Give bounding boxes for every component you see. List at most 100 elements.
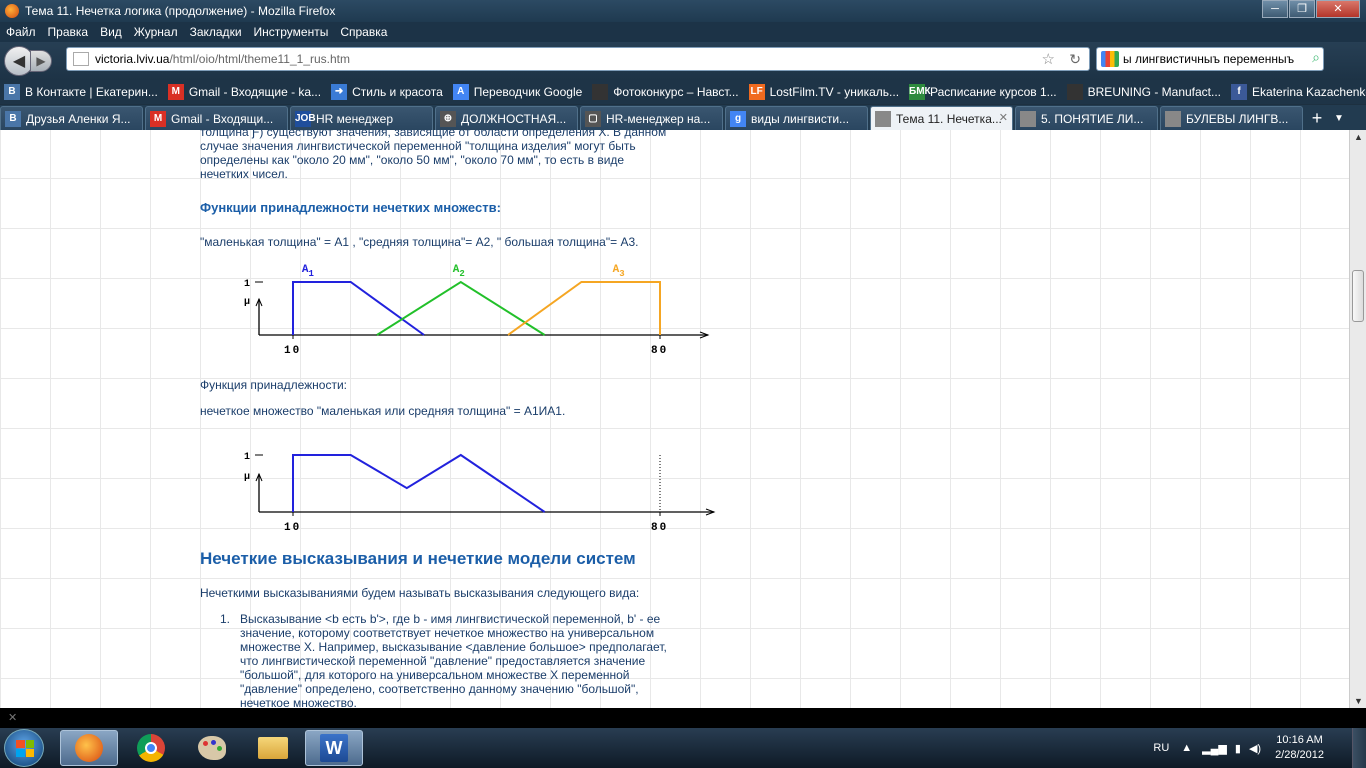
- folder-icon: [258, 737, 288, 759]
- volume-icon[interactable]: ◀): [1249, 742, 1261, 755]
- gmail-icon: M: [150, 110, 166, 127]
- taskbar-paint[interactable]: [183, 730, 241, 766]
- window-titlebar: Тема 11. Нечетка логика (продолжение) - …: [0, 0, 1366, 22]
- browser-tab[interactable]: 5. ПОНЯТИЕ ЛИ...: [1015, 106, 1158, 130]
- schedule-icon: БМК: [909, 84, 931, 100]
- close-addon-bar-icon[interactable]: ✕: [8, 711, 17, 724]
- bookmark-item[interactable]: В В Контакте | Екатерин...: [4, 84, 158, 100]
- vertical-scrollbar[interactable]: ▲ ▼: [1349, 130, 1366, 708]
- bookmark-label: Фотоконкурс – Навст...: [613, 85, 739, 99]
- maximize-button[interactable]: ❐: [1289, 0, 1315, 18]
- taskbar-word[interactable]: W: [305, 730, 363, 766]
- network-icon[interactable]: ▂▄▆: [1202, 742, 1227, 755]
- menu-view[interactable]: Вид: [100, 25, 122, 39]
- tab-label: БУЛЕВЫ ЛИНГВ...: [1186, 111, 1289, 126]
- page-icon: [1020, 110, 1036, 127]
- browser-tab[interactable]: В Друзья Аленки Я...: [0, 106, 143, 130]
- membership-chart: μ 1 10 80 A1 A2 A3: [244, 264, 710, 357]
- intro-line: случае значения лингвистической переменн…: [200, 139, 636, 153]
- menu-history[interactable]: Журнал: [134, 25, 178, 39]
- battery-icon[interactable]: ▮: [1235, 742, 1241, 755]
- speech-icon: ▢: [585, 110, 601, 127]
- facebook-icon: f: [1231, 84, 1248, 100]
- list-all-tabs-button[interactable]: ▼: [1329, 108, 1349, 130]
- minimize-button[interactable]: ─: [1262, 0, 1288, 18]
- bookmark-item[interactable]: f Ekaterina Kazachenko: [1231, 84, 1366, 100]
- bookmark-item[interactable]: M Gmail - Входящие - ka...: [167, 84, 322, 100]
- taskbar-explorer[interactable]: [244, 730, 302, 766]
- clock[interactable]: 10:16 AM 2/28/2012: [1275, 733, 1324, 763]
- list-item-line: Высказывание <b есть b'>, где b - имя ли…: [240, 612, 661, 626]
- translate-icon: A: [452, 84, 469, 100]
- bookmark-item[interactable]: Фотоконкурс – Навст...: [592, 84, 739, 100]
- tray-expand-icon[interactable]: ▲: [1181, 742, 1192, 754]
- bookmark-item[interactable]: A Переводчик Google: [452, 84, 583, 100]
- firefox-icon: [5, 4, 19, 18]
- addon-bar: ✕: [0, 708, 1366, 728]
- url-path: /html/oio/html/theme11_1_rus.htm: [169, 52, 350, 66]
- x-tick-label: 80: [651, 345, 668, 357]
- bookmark-star-icon[interactable]: ☆: [1042, 50, 1055, 68]
- browser-tab[interactable]: JOB HR менеджер: [290, 106, 433, 130]
- sets-definition: "маленькая толщина" = А1 , "средняя толщ…: [200, 235, 639, 249]
- browser-tab[interactable]: ⊕ ДОЛЖНОСТНАЯ...: [435, 106, 578, 130]
- arrow-right-icon: ▶: [36, 54, 46, 68]
- browser-tab[interactable]: M Gmail - Входящи...: [145, 106, 288, 130]
- intro-line: толщина Ƒ) существуют значения, зависящи…: [200, 130, 667, 139]
- language-indicator[interactable]: RU: [1153, 742, 1169, 754]
- menu-bar: Файл Правка Вид Журнал Закладки Инструме…: [0, 22, 1366, 42]
- browser-tab[interactable]: БУЛЕВЫ ЛИНГВ...: [1160, 106, 1303, 130]
- bookmark-label: Переводчик Google: [473, 85, 583, 99]
- tab-label: 5. ПОНЯТИЕ ЛИ...: [1041, 111, 1144, 126]
- forward-button[interactable]: ▶: [30, 50, 52, 72]
- list-item-line: что лингвистической переменной "давление…: [240, 654, 646, 668]
- section-title: Нечеткие высказывания и нечеткие модели …: [200, 549, 636, 568]
- scroll-thumb[interactable]: [1352, 270, 1364, 322]
- bookmark-item[interactable]: LF LostFilm.TV - уникаль...: [748, 84, 899, 100]
- close-tab-icon[interactable]: ✕: [999, 111, 1008, 124]
- site-identity-icon[interactable]: [73, 52, 89, 66]
- page-icon: [1165, 110, 1181, 127]
- bookmark-item[interactable]: ➜ Стиль и красота: [331, 84, 443, 100]
- google-search-engine-icon[interactable]: [1101, 51, 1119, 67]
- menu-bookmarks[interactable]: Закладки: [190, 25, 242, 39]
- search-icon[interactable]: ⌕: [1312, 49, 1320, 66]
- new-tab-button[interactable]: +: [1305, 108, 1329, 130]
- intro-line: определены как "около 20 мм", "около 50 …: [200, 153, 625, 167]
- menu-file[interactable]: Файл: [6, 25, 36, 39]
- bookmark-label: Ekaterina Kazachenko: [1252, 85, 1366, 99]
- menu-edit[interactable]: Правка: [48, 25, 89, 39]
- y-tick-label: 1: [244, 452, 250, 463]
- menu-tools[interactable]: Инструменты: [254, 25, 329, 39]
- scroll-up-icon[interactable]: ▲: [1354, 132, 1363, 142]
- url-bar[interactable]: victoria.lviv.ua/html/oio/html/theme11_1…: [66, 47, 1090, 71]
- bookmark-label: Gmail - Входящие - ka...: [188, 85, 322, 99]
- bookmark-item[interactable]: BREUNING - Manufact...: [1066, 84, 1222, 100]
- browser-tab[interactable]: g виды лингвисти...: [725, 106, 868, 130]
- reload-icon[interactable]: ↻: [1069, 51, 1081, 68]
- job-icon: JOB: [295, 110, 316, 127]
- bookmark-item[interactable]: БМК Расписание курсов 1...: [909, 84, 1057, 100]
- scroll-down-icon[interactable]: ▼: [1354, 696, 1363, 706]
- list-item-line: значение, которому соответствует нечетко…: [240, 626, 655, 640]
- taskbar-chrome[interactable]: [122, 730, 180, 766]
- close-window-button[interactable]: ✕: [1316, 0, 1360, 18]
- start-button[interactable]: [4, 729, 44, 767]
- search-input[interactable]: ы лингвистичныъ переменныъ: [1123, 52, 1294, 66]
- taskbar-firefox[interactable]: [60, 730, 118, 766]
- membership-heading: Функции принадлежности нечетких множеств…: [200, 200, 501, 215]
- arrow-left-icon: ◀: [12, 53, 26, 70]
- series-label-a3: A3: [613, 264, 625, 279]
- bookmark-label: BREUNING - Manufact...: [1087, 85, 1222, 99]
- window-title: Тема 11. Нечетка логика (продолжение) - …: [25, 4, 336, 18]
- show-desktop-button[interactable]: [1352, 728, 1366, 768]
- arrow-icon: ➜: [331, 84, 348, 100]
- union-definition: нечеткое множество "маленькая или средня…: [200, 404, 566, 418]
- x-tick-label: 10: [284, 522, 301, 534]
- gmail-icon: M: [167, 84, 184, 100]
- browser-tab[interactable]: ▢ HR-менеджер на...: [580, 106, 723, 130]
- browser-tab[interactable]: Тема 11. Нечетка... ✕: [870, 106, 1013, 130]
- search-bar[interactable]: ы лингвистичныъ переменныъ ⌕: [1096, 47, 1324, 71]
- menu-help[interactable]: Справка: [340, 25, 387, 39]
- page-content: толщина Ƒ) существуют значения, зависящи…: [0, 130, 1349, 708]
